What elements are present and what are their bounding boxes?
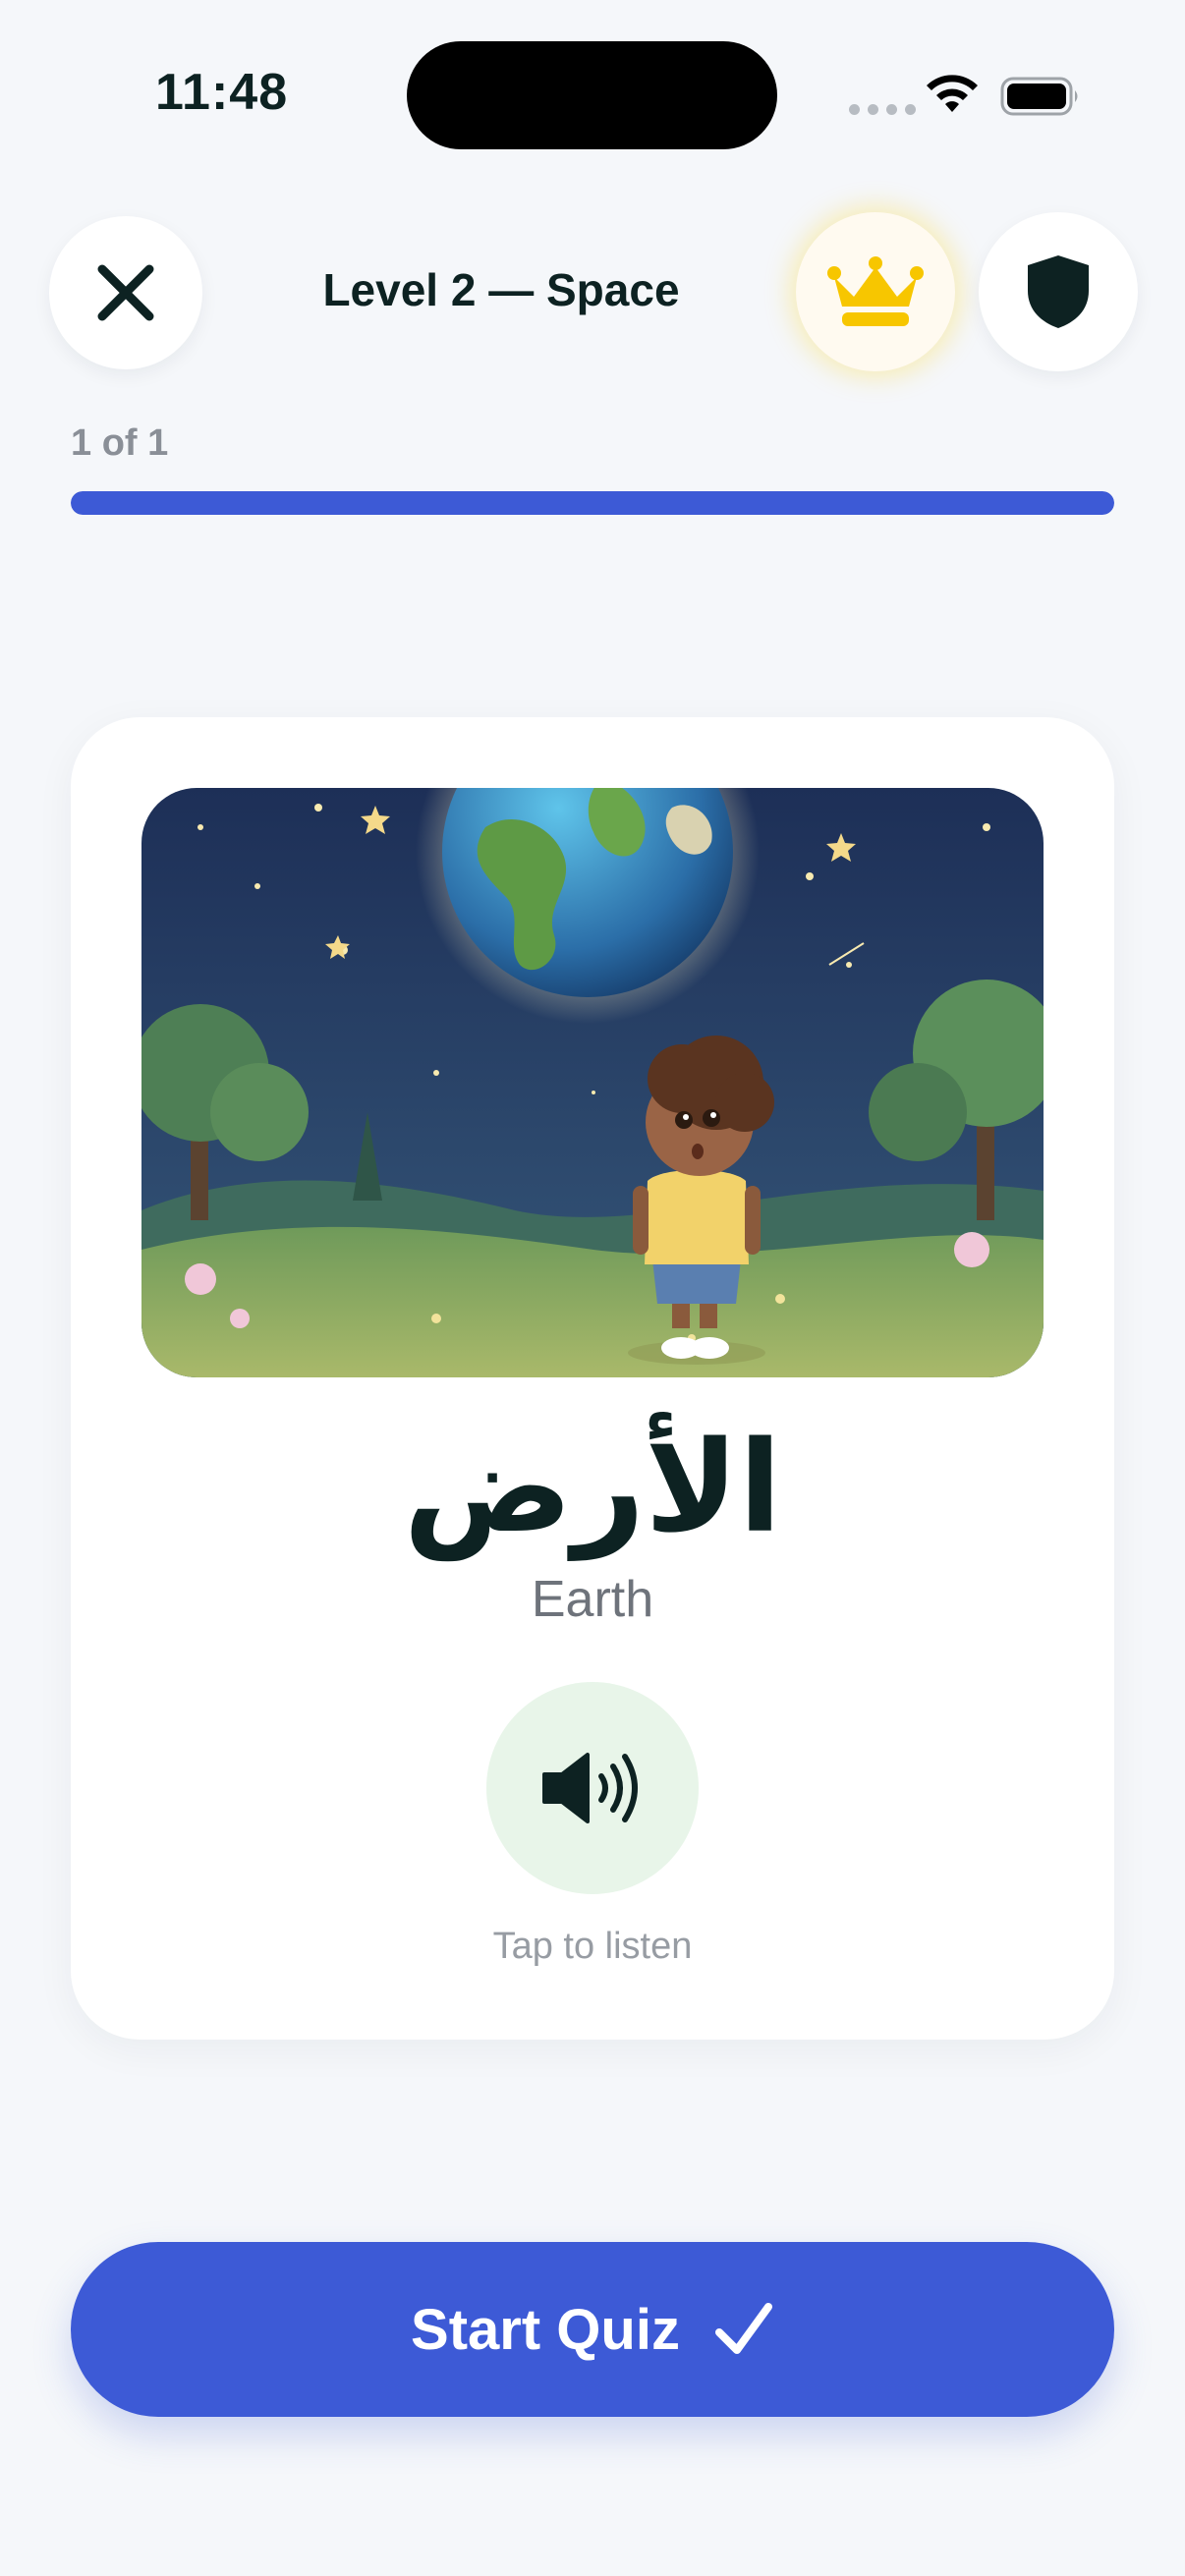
progress-bar (71, 491, 1114, 515)
shield-icon (1028, 255, 1089, 328)
progress-fill (71, 491, 1114, 515)
level-title: Level 2 — Space (322, 264, 680, 315)
flashcard: الأرض Earth Tap to listen (71, 717, 1114, 2040)
shield-button[interactable] (979, 212, 1138, 371)
wifi-icon (927, 75, 978, 112)
battery-icon (1000, 77, 1078, 116)
close-icon (97, 264, 154, 321)
speaker-icon (542, 1753, 638, 1823)
premium-button[interactable] (796, 212, 955, 371)
progress-counter: 1 of 1 (71, 422, 169, 464)
status-time: 11:48 (155, 64, 289, 121)
crown-icon (827, 256, 924, 326)
word-english: Earth (531, 1571, 654, 1628)
earth-illustration (141, 788, 1044, 1377)
dynamic-island (407, 41, 777, 149)
start-quiz-label: Start Quiz (411, 2297, 680, 2362)
audio-hint: Tap to listen (492, 1926, 693, 1967)
start-quiz-button[interactable]: Start Quiz (71, 2242, 1114, 2417)
checkmark-icon (714, 2303, 772, 2354)
close-button[interactable] (49, 216, 202, 369)
word-arabic: الأرض (403, 1415, 782, 1561)
play-audio-button[interactable] (486, 1682, 699, 1894)
cellular-signal-icon (849, 104, 916, 115)
